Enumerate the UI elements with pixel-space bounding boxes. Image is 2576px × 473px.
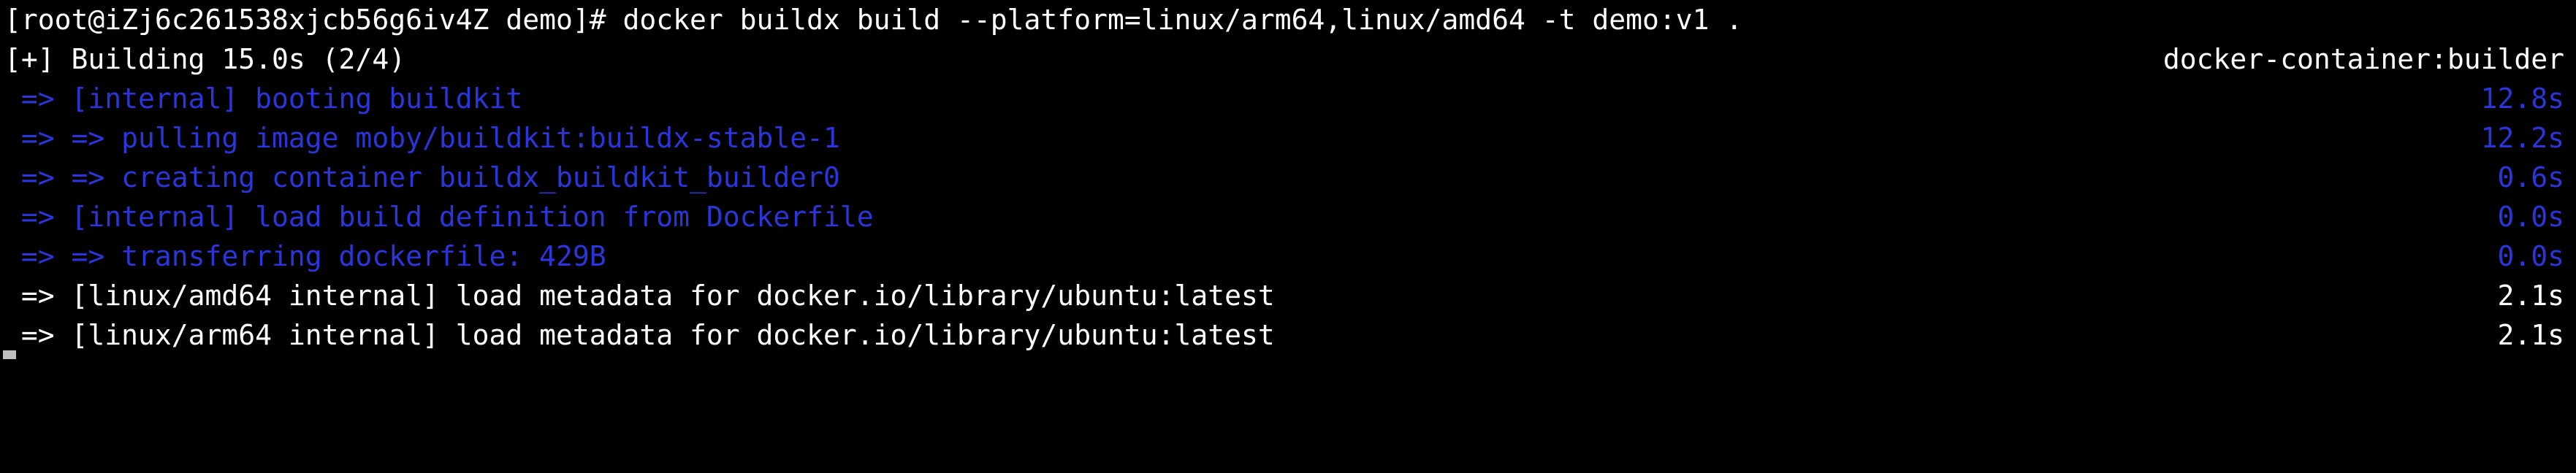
build-step-line: => => pulling image moby/buildkit:buildx…	[4, 118, 2564, 158]
build-step-line: => => transferring dockerfile: 429B 0.0s	[4, 236, 2564, 276]
terminal-cursor	[3, 350, 16, 359]
build-step-text: => => pulling image moby/buildkit:buildx…	[4, 122, 840, 154]
build-step-line: => [linux/amd64 internal] load metadata …	[4, 276, 2564, 315]
build-step-text: => => transferring dockerfile: 429B	[4, 240, 606, 272]
build-step-text: => [linux/arm64 internal] load metadata …	[4, 319, 1275, 351]
build-step-line: => [internal] booting buildkit 12.8s	[4, 79, 2564, 118]
build-step-time: 0.0s	[2497, 201, 2564, 233]
build-step-line: => [internal] load build definition from…	[4, 197, 2564, 236]
command-prompt-line: [root@iZj6c261538xjcb56g6iv4Z demo]# doc…	[4, 0, 2564, 39]
build-step-time: 2.1s	[2497, 319, 2564, 351]
build-step-time: 12.8s	[2480, 82, 2564, 115]
build-step-text: => [internal] booting buildkit	[4, 82, 523, 115]
terminal-window[interactable]: [root@iZj6c261538xjcb56g6iv4Z demo]# doc…	[0, 0, 2576, 359]
build-step-text: => [linux/amd64 internal] load metadata …	[4, 280, 1275, 312]
command-prompt: [root@iZj6c261538xjcb56g6iv4Z demo]# doc…	[4, 4, 1743, 36]
build-status: [+] Building 15.0s (2/4)	[4, 43, 406, 75]
build-step-text: => => creating container buildx_buildkit…	[4, 161, 840, 193]
build-step-text: => [internal] load build definition from…	[4, 201, 874, 233]
build-step-time: 12.2s	[2480, 122, 2564, 154]
build-step-line: => => creating container buildx_buildkit…	[4, 158, 2564, 197]
build-step-time: 2.1s	[2497, 280, 2564, 312]
build-step-line: => [linux/arm64 internal] load metadata …	[4, 315, 2564, 355]
build-status-line: [+] Building 15.0s (2/4) docker-containe…	[4, 39, 2564, 79]
build-step-time: 0.6s	[2497, 161, 2564, 193]
build-step-time: 0.0s	[2497, 240, 2564, 272]
builder-name: docker-container:builder	[2162, 43, 2564, 75]
